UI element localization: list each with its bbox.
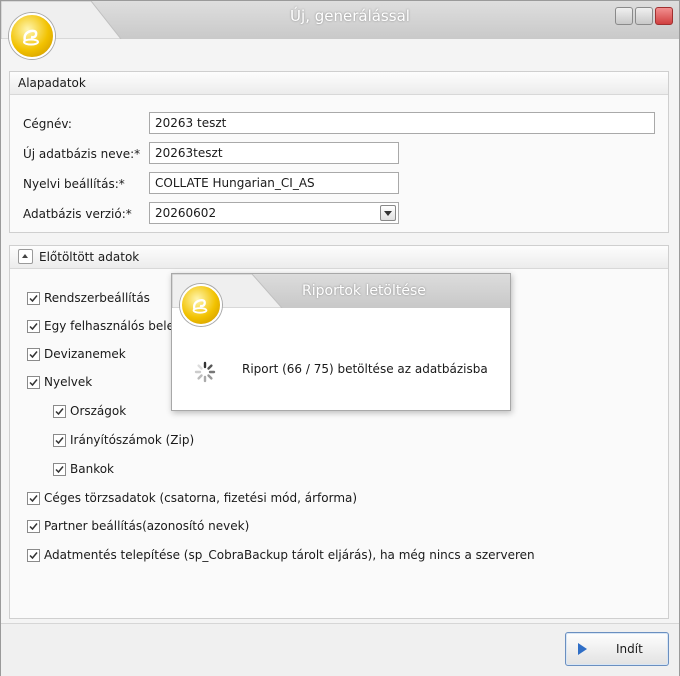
language-field[interactable]: COLLATE Hungarian_CI_AS: [149, 172, 399, 194]
checkbox-item[interactable]: Irányítószámok (Zip): [53, 433, 194, 447]
checkbox-checked-icon[interactable]: [53, 433, 66, 447]
checkbox-item[interactable]: Adatmentés telepítése (sp_CobraBackup tá…: [27, 548, 535, 562]
checkbox-item[interactable]: Partner beállítás(azonosító nevek): [27, 519, 249, 533]
dialog-message: Riport (66 / 75) betöltése az adatbázisb…: [242, 362, 488, 376]
checkbox-checked-icon[interactable]: [27, 319, 40, 333]
checkbox-item[interactable]: Egy felhasználós bele: [27, 319, 174, 333]
minimize-button[interactable]: [615, 7, 633, 25]
checkbox-checked-icon[interactable]: [27, 519, 40, 533]
checkbox-label: Irányítószámok (Zip): [70, 433, 195, 447]
close-button[interactable]: [655, 7, 673, 25]
play-icon: [578, 643, 587, 655]
checkbox-item[interactable]: Nyelvek: [27, 375, 92, 389]
loading-spinner-icon: [194, 361, 216, 383]
report-download-dialog: Riportok letöltése Riport (66 / 75) betö…: [171, 273, 511, 411]
checkbox-item[interactable]: Bankok: [53, 462, 114, 476]
checkbox-checked-icon[interactable]: [53, 404, 66, 418]
checkbox-item[interactable]: Devizanemek: [27, 347, 126, 361]
basic-data-header: Alapadatok: [10, 72, 668, 95]
app-logo-icon: [9, 13, 55, 59]
maximize-button[interactable]: [635, 7, 653, 25]
dialog-title-bar: Riportok letöltése: [172, 274, 510, 308]
checkbox-checked-icon[interactable]: [27, 291, 40, 305]
checkbox-item[interactable]: Céges törzsadatok (csatorna, fizetési mó…: [27, 491, 357, 505]
checkbox-label: Egy felhasználós bele: [44, 319, 174, 333]
title-bar: Új, generálással: [1, 1, 679, 39]
checkbox-item[interactable]: Rendszerbeállítás: [27, 291, 150, 305]
company-field[interactable]: 20263 teszt: [149, 112, 655, 134]
preloaded-header-label: Előtöltött adatok: [39, 250, 140, 264]
dbname-field[interactable]: 20263teszt: [149, 142, 399, 164]
dialog-logo-icon: [180, 284, 222, 326]
checkbox-label: Céges törzsadatok (csatorna, fizetési mó…: [44, 491, 358, 505]
checkbox-checked-icon[interactable]: [27, 375, 40, 389]
version-label: Adatbázis verzió:*: [23, 207, 132, 221]
checkbox-label: Partner beállítás(azonosító nevek): [44, 519, 250, 533]
checkbox-checked-icon[interactable]: [27, 548, 40, 562]
checkbox-label: Nyelvek: [44, 375, 93, 389]
chevron-down-icon[interactable]: [380, 205, 396, 221]
main-window: Új, generálással Alapadatok Cégnév: 2026…: [0, 0, 680, 676]
checkbox-label: Bankok: [70, 462, 115, 476]
start-button[interactable]: Indít: [565, 632, 669, 666]
dbname-label: Új adatbázis neve:*: [23, 147, 141, 161]
preloaded-data-header[interactable]: Előtöltött adatok: [10, 246, 668, 269]
checkbox-checked-icon[interactable]: [27, 491, 40, 505]
checkbox-item[interactable]: Országok: [53, 404, 126, 418]
checkbox-label: Adatmentés telepítése (sp_CobraBackup tá…: [44, 548, 535, 562]
dialog-title: Riportok letöltése: [302, 283, 426, 299]
window-title: Új, generálással: [290, 7, 410, 25]
start-button-label: Indít: [616, 642, 643, 656]
version-select[interactable]: 20260602: [149, 202, 399, 224]
checkbox-checked-icon[interactable]: [53, 462, 66, 476]
window-controls: [615, 7, 673, 25]
language-label: Nyelvi beállítás:*: [23, 177, 125, 191]
checkbox-label: Devizanemek: [44, 347, 126, 361]
checkbox-checked-icon[interactable]: [27, 347, 40, 361]
version-value: 20260602: [155, 206, 217, 220]
collapse-icon[interactable]: [18, 249, 33, 264]
checkbox-label: Országok: [70, 404, 127, 418]
checkbox-label: Rendszerbeállítás: [44, 291, 150, 305]
company-label: Cégnév:: [23, 117, 72, 131]
